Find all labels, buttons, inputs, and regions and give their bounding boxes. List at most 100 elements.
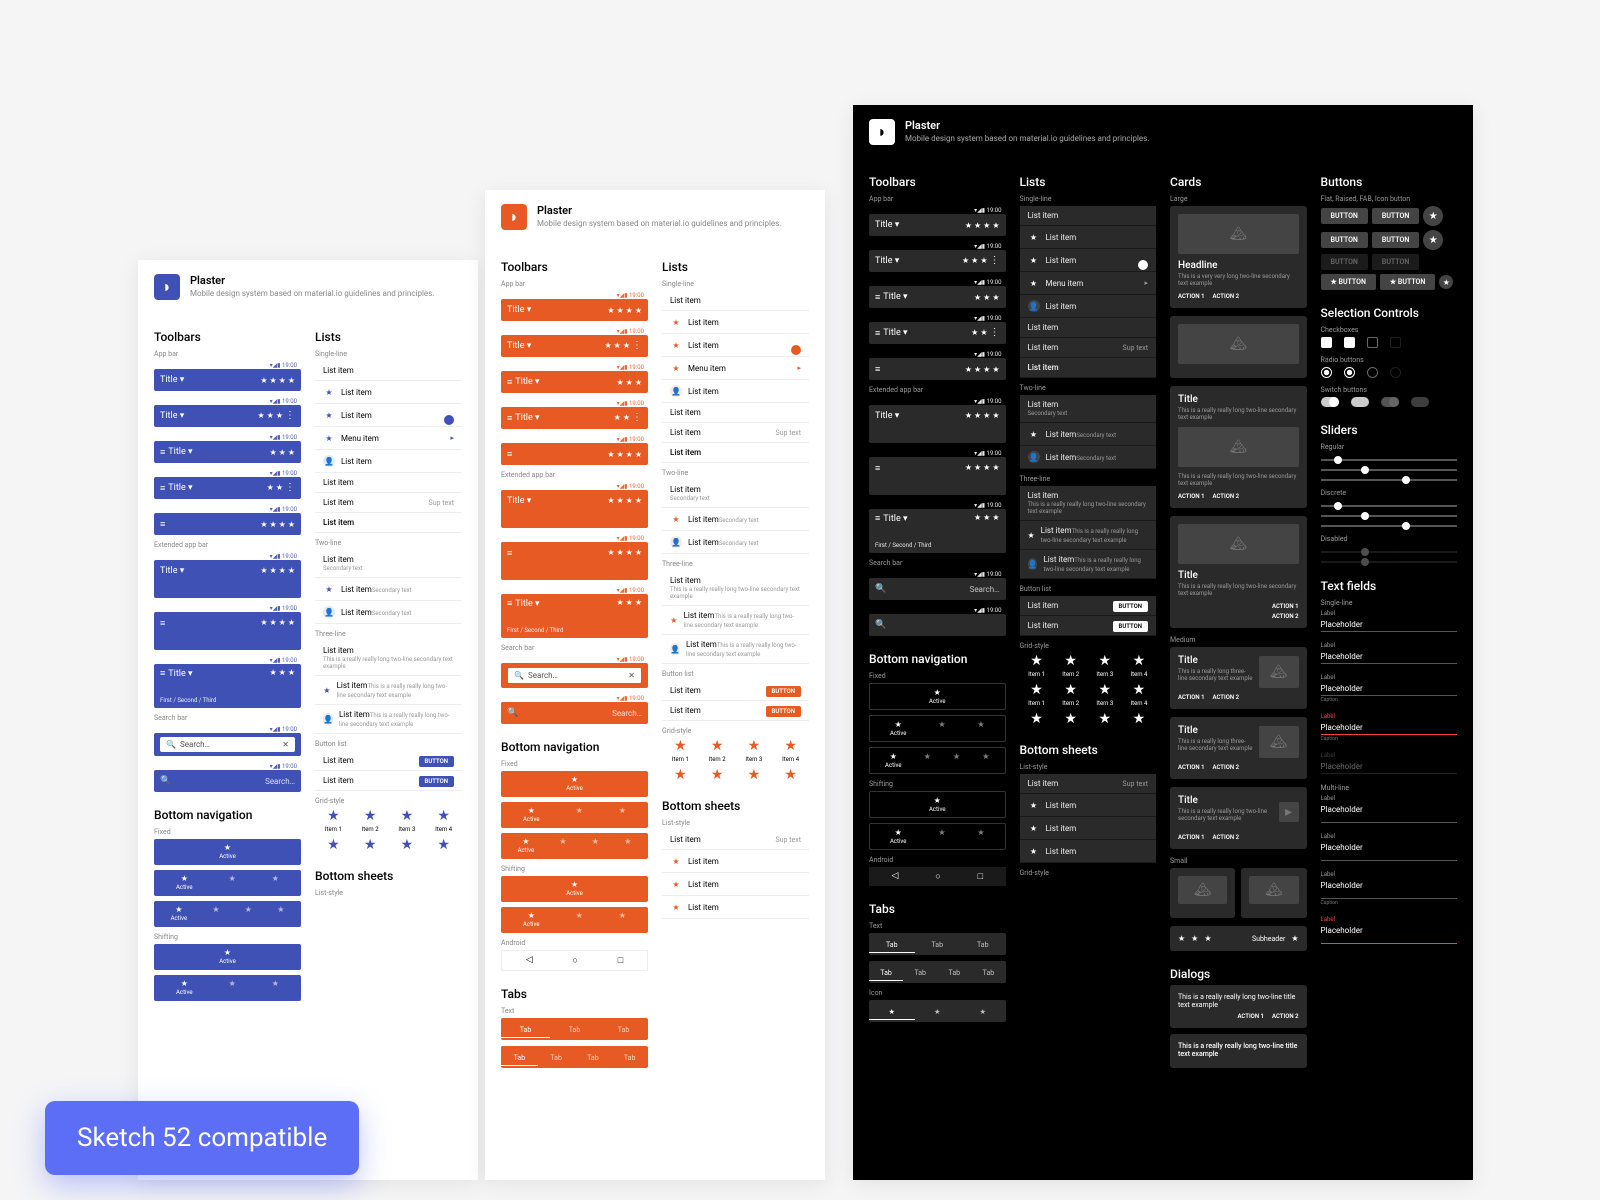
list-item[interactable]: List itemBUTTON <box>1020 596 1157 616</box>
list-item[interactable]: List itemSup text <box>315 493 462 513</box>
appbar[interactable]: ▾◢▮ 19:00Title ▾★★★★ <box>501 291 648 321</box>
list-item[interactable]: List item <box>1020 358 1157 378</box>
text-field[interactable]: LabelPlaceholder <box>1321 610 1458 632</box>
list-item[interactable]: List itemSup text <box>662 423 809 443</box>
card[interactable]: 🏔 <box>1170 316 1307 378</box>
list-item[interactable]: ★Menu item▸ <box>662 357 809 380</box>
searchbar[interactable]: ▾◢▮ 19:00🔍Search… <box>501 694 648 724</box>
list-item[interactable]: ★List item <box>662 873 809 896</box>
text-field-error[interactable]: LabelPlaceholder <box>1321 916 1458 944</box>
list-item[interactable]: 👤List itemThis is a really really long t… <box>315 705 462 734</box>
slider[interactable] <box>1321 469 1458 471</box>
extended-appbar-tabs[interactable]: ▾◢▮ 19:00≡ Title ▾★★★First / Second / Th… <box>869 501 1006 553</box>
searchbar[interactable]: ▾◢▮ 19:00🔍Search… <box>154 762 301 792</box>
tabbar[interactable]: TabTabTabTab <box>869 961 1006 983</box>
list-item[interactable]: 👤List itemSecondary text <box>662 531 809 554</box>
appbar[interactable]: ▾◢▮ 19:00≡ Title ▾★★★ <box>501 363 648 393</box>
appbar[interactable]: ▾◢▮ 19:00Title ▾★★★⋮ <box>869 242 1006 272</box>
card[interactable]: TitleThis is a really long three-line se… <box>1170 717 1307 779</box>
android-nav[interactable]: ◁ ○ □ <box>501 950 648 971</box>
card[interactable]: TitleThis is a really really long two-li… <box>1170 787 1307 849</box>
slider[interactable] <box>1321 525 1458 527</box>
list-item[interactable]: List item <box>315 473 462 493</box>
list-item[interactable]: 👤List itemThis is a really really long t… <box>1020 550 1157 579</box>
list-item[interactable]: List item <box>1020 206 1157 226</box>
appbar[interactable]: ▾◢▮ 19:00≡★★★★ <box>869 350 1006 380</box>
list-item[interactable]: ★List item <box>1020 840 1157 863</box>
searchbar[interactable]: ▾◢▮ 19:00🔍Search…✕ <box>501 655 648 688</box>
list-item[interactable]: ★List item <box>662 850 809 873</box>
extended-appbar-tabs[interactable]: ▾◢▮ 19:00≡ Title ▾★★★First / Second / Th… <box>501 586 648 638</box>
bottom-nav[interactable]: ★Active★★ <box>869 823 1006 850</box>
card[interactable]: TitleThis is a really long three-line se… <box>1170 647 1307 709</box>
text-field-error[interactable]: LabelPlaceholderCaption <box>1321 713 1458 742</box>
bottom-nav[interactable]: ★Active★★★ <box>869 747 1006 774</box>
text-field[interactable]: LabelPlaceholder <box>1321 795 1458 823</box>
list-item[interactable]: ★List item <box>662 311 809 334</box>
bottom-nav[interactable]: ★Active <box>501 876 648 902</box>
list-item[interactable]: ★Menu item▸ <box>315 427 462 450</box>
text-field[interactable]: LabelPlaceholder <box>1321 833 1458 861</box>
list-item[interactable]: ★Menu item▸ <box>1020 272 1157 295</box>
searchbar[interactable]: ▾◢▮ 19:00🔍Search…✕ <box>154 725 301 756</box>
switch[interactable] <box>1321 397 1339 407</box>
bottom-nav[interactable]: ★Active★★ <box>501 907 648 933</box>
list-item[interactable]: List itemThis is a really really long tw… <box>315 641 462 676</box>
list-item[interactable]: ★List item <box>315 404 462 427</box>
bottom-nav[interactable]: ★Active <box>154 944 301 970</box>
recents-icon[interactable]: □ <box>618 955 623 966</box>
list-item[interactable]: List itemBUTTON <box>315 751 462 771</box>
appbar[interactable]: ▾◢▮ 19:00≡ Title ▾★★⋮ <box>501 399 648 429</box>
close-icon[interactable]: ✕ <box>282 740 289 749</box>
appbar[interactable]: ▾◢▮ 19:00Title ▾★★★⋮ <box>501 327 648 357</box>
list-item[interactable]: List itemBUTTON <box>662 681 809 701</box>
bottom-nav[interactable]: ★Active★★★ <box>154 901 301 927</box>
extended-appbar[interactable]: ▾◢▮ 19:00Title ▾★★★★ <box>869 397 1006 443</box>
bottom-nav[interactable]: ★Active <box>869 683 1006 710</box>
list-item[interactable]: ★List item <box>1020 249 1157 272</box>
list-item[interactable]: List itemBUTTON <box>315 771 462 791</box>
list-item[interactable]: ★List item <box>1020 226 1157 249</box>
bottom-nav[interactable]: ★Active★★★ <box>501 833 648 859</box>
slider[interactable] <box>1321 505 1458 507</box>
checkbox[interactable] <box>1321 337 1332 348</box>
back-icon[interactable]: ◁ <box>526 955 533 966</box>
list-item[interactable]: ★List item <box>315 381 462 404</box>
list-item[interactable]: ★List itemSecondary text <box>315 578 462 601</box>
card[interactable]: 🏔 Headline This is a very very long two-… <box>1170 206 1307 308</box>
text-field[interactable]: LabelPlaceholder <box>1321 642 1458 664</box>
dialog[interactable]: This is a really really long two-line ti… <box>1170 985 1307 1028</box>
list-item[interactable]: List item <box>662 443 809 463</box>
text-field[interactable]: LabelPlaceholderCaption <box>1321 674 1458 703</box>
bottom-nav[interactable]: ★Active <box>501 771 648 797</box>
list-item[interactable]: List itemSup text <box>1020 774 1157 794</box>
card[interactable]: Title This is a really really long two-l… <box>1170 386 1307 508</box>
text-field[interactable]: LabelPlaceholderCaption <box>1321 871 1458 906</box>
card[interactable]: ★★★Subheader★ <box>1170 926 1307 951</box>
tabbar[interactable]: TabTabTabTab <box>501 1046 648 1068</box>
list-item[interactable]: List itemThis is a really really long tw… <box>662 571 809 606</box>
list-item[interactable]: ★List item <box>1020 794 1157 817</box>
list-item[interactable]: 👤List itemThis is a really really long t… <box>662 635 809 664</box>
list-item[interactable]: List itemSecondary text <box>315 550 462 578</box>
bottom-nav[interactable]: ★Active★★ <box>154 975 301 1001</box>
card[interactable]: 🏔 Title This is a really really long two… <box>1170 516 1307 628</box>
list-item[interactable]: List itemThis is a really really long tw… <box>1020 486 1157 521</box>
bottom-nav[interactable]: ★Active★★ <box>869 715 1006 742</box>
extended-appbar[interactable]: ▾◢▮ 19:00≡★★★★ <box>869 449 1006 495</box>
radio[interactable] <box>1321 367 1332 378</box>
bottom-nav[interactable]: ★Active <box>869 791 1006 818</box>
bottom-nav[interactable]: ★Active★★ <box>154 870 301 896</box>
list-item[interactable]: 👤List itemSecondary text <box>315 601 462 624</box>
home-icon[interactable]: ○ <box>573 955 578 966</box>
appbar[interactable]: ▾◢▮ 19:00≡ Title ▾★★⋮ <box>154 469 301 499</box>
slider[interactable] <box>1321 515 1458 517</box>
appbar[interactable]: ▾◢▮ 19:00≡ Title ▾★★★ <box>869 278 1006 308</box>
appbar[interactable]: ▾◢▮ 19:00≡★★★★ <box>154 505 301 535</box>
button[interactable]: BUTTON <box>419 776 454 787</box>
list-item[interactable]: ★List item <box>662 896 809 919</box>
list-item[interactable]: ★List itemSecondary text <box>1020 423 1157 446</box>
slider[interactable] <box>1321 459 1458 461</box>
button[interactable]: BUTTON <box>1321 208 1368 224</box>
appbar[interactable]: ▾◢▮ 19:00≡★★★★ <box>501 435 648 465</box>
